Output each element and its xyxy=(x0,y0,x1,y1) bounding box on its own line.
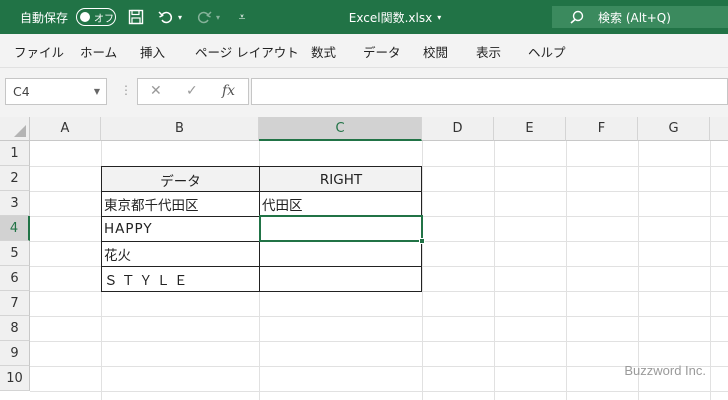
row-header-7[interactable]: 7 xyxy=(0,291,30,316)
enter-icon[interactable]: ✓ xyxy=(186,83,198,99)
column-header-d[interactable]: D xyxy=(422,117,494,141)
autosave-label: 自動保存 xyxy=(20,10,69,25)
filename-text: Excel関数.xlsx xyxy=(348,10,433,25)
gridline xyxy=(30,341,728,342)
toggle-state-label: オフ xyxy=(94,13,114,25)
formula-buttons: ✕ ✓ fx xyxy=(137,78,249,105)
table-border xyxy=(101,166,422,167)
save-icon[interactable] xyxy=(126,0,146,34)
column-header-b[interactable]: B xyxy=(101,117,259,141)
column-header-a[interactable]: A xyxy=(30,117,101,141)
redo-icon[interactable] xyxy=(194,0,214,34)
cell-c5[interactable] xyxy=(259,241,422,266)
tab-insert[interactable]: 挿入 xyxy=(140,34,165,68)
tab-page-layout[interactable]: ページ レイアウト xyxy=(195,34,299,68)
tab-home[interactable]: ホーム xyxy=(80,34,117,68)
row-header-2[interactable]: 2 xyxy=(0,166,30,191)
search-box[interactable]: 検索 (Alt+Q) xyxy=(552,6,728,28)
table-border xyxy=(101,191,422,192)
ribbon-tabs: ファイル ホーム 挿入 ページ レイアウト 数式 データ 校閲 表示 ヘルプ xyxy=(0,34,728,68)
row-header-6[interactable]: 6 xyxy=(0,266,30,291)
name-box-value: C4 xyxy=(13,84,30,99)
row-header-5[interactable]: 5 xyxy=(0,241,30,266)
cell-b3[interactable]: 東京都千代田区 xyxy=(101,191,259,216)
toggle-knob xyxy=(80,12,90,22)
window-filename[interactable]: Excel関数.xlsx ▾ xyxy=(330,0,460,34)
cell-c3[interactable]: 代田区 xyxy=(259,191,422,216)
active-cell-selection[interactable] xyxy=(259,215,423,242)
row-header-8[interactable]: 8 xyxy=(0,316,30,341)
name-box[interactable]: C4 ▼ xyxy=(5,78,107,105)
gridline xyxy=(30,366,728,367)
table-border xyxy=(101,166,102,292)
title-bar: 自動保存 オフ ▾ ▾ ⩡ Excel関数.xlsx ▾ 検索 (Alt+Q) xyxy=(0,0,728,34)
tab-review[interactable]: 校閲 xyxy=(423,34,448,68)
undo-icon[interactable] xyxy=(156,0,176,34)
customize-toolbar-icon[interactable]: ⩡ xyxy=(232,0,252,34)
gridline xyxy=(30,391,728,392)
select-all-triangle-icon xyxy=(14,125,26,137)
cell-c2[interactable]: RIGHT xyxy=(260,167,422,192)
column-header-c[interactable]: C xyxy=(259,117,422,141)
row-header-9[interactable]: 9 xyxy=(0,341,30,366)
insert-function-icon[interactable]: fx xyxy=(222,83,235,99)
undo-dropdown-icon[interactable]: ▾ xyxy=(178,0,182,34)
gridline xyxy=(566,141,567,400)
tab-file[interactable]: ファイル xyxy=(14,34,64,68)
formula-bar-grip-icon[interactable]: ⋮ xyxy=(120,83,132,97)
column-header-e[interactable]: E xyxy=(494,117,566,141)
row-header-4[interactable]: 4 xyxy=(0,216,30,241)
gridline xyxy=(30,316,728,317)
watermark: Buzzword Inc. xyxy=(624,363,706,378)
row-header-1[interactable]: 1 xyxy=(0,141,30,166)
worksheet-grid: A B C D E F G 1 2 3 4 5 6 7 8 9 10 データ R… xyxy=(0,117,728,400)
cell-b6[interactable]: ＳＴＹＬＥ xyxy=(101,266,259,291)
formula-input[interactable] xyxy=(251,78,728,105)
column-header-f[interactable]: F xyxy=(566,117,638,141)
column-header-g[interactable]: G xyxy=(638,117,710,141)
fill-handle[interactable] xyxy=(419,238,425,244)
gridline xyxy=(638,141,639,400)
cancel-icon[interactable]: ✕ xyxy=(150,83,162,99)
gridline xyxy=(710,141,711,400)
autosave-toggle[interactable]: オフ xyxy=(76,8,116,26)
name-box-chevron-icon[interactable]: ▼ xyxy=(94,87,100,96)
tab-formulas[interactable]: 数式 xyxy=(311,34,336,68)
search-placeholder: 検索 (Alt+Q) xyxy=(598,10,671,25)
cell-b2[interactable]: データ xyxy=(102,167,259,192)
table-border xyxy=(101,291,422,292)
cell-b4[interactable]: HAPPY xyxy=(101,216,259,241)
formula-bar: C4 ▼ ⋮ ✕ ✓ fx xyxy=(0,68,728,117)
cell-c6[interactable] xyxy=(259,266,422,291)
gridline xyxy=(422,141,423,400)
column-header-h[interactable] xyxy=(710,117,728,141)
tab-data[interactable]: データ xyxy=(363,34,401,68)
row-header-3[interactable]: 3 xyxy=(0,191,30,216)
gridline xyxy=(494,141,495,400)
cell-b5[interactable]: 花火 xyxy=(101,241,259,266)
redo-dropdown-icon[interactable]: ▾ xyxy=(216,0,220,34)
select-all-button[interactable] xyxy=(0,117,30,141)
filename-chevron-icon: ▾ xyxy=(437,12,442,22)
table-border xyxy=(101,266,422,267)
tab-view[interactable]: 表示 xyxy=(476,34,501,68)
row-header-10[interactable]: 10 xyxy=(0,366,30,391)
tab-help[interactable]: ヘルプ xyxy=(528,34,566,68)
search-icon xyxy=(570,10,584,24)
